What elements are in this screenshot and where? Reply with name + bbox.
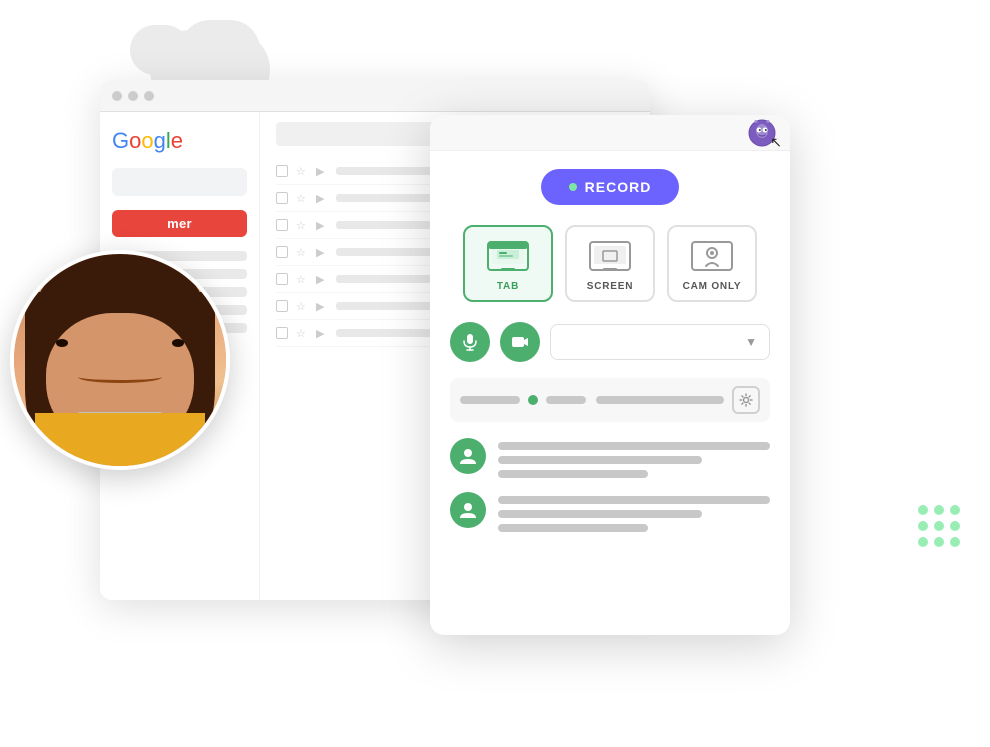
tab-bar-right	[596, 396, 724, 404]
person-icon-2	[458, 500, 478, 520]
list-line-medium-1	[498, 456, 702, 464]
list-item-lines-1	[498, 438, 770, 478]
microphone-toggle-button[interactable]	[450, 322, 490, 362]
list-item-lines-2	[498, 492, 770, 532]
list-item-avatar-2	[450, 492, 486, 528]
screen-icon-wrap	[588, 239, 632, 275]
tab-active-indicator	[528, 395, 538, 405]
record-indicator-dot	[569, 183, 577, 191]
list-item-1	[450, 438, 770, 478]
gmail-forward-icon: ▶	[316, 192, 328, 204]
screencastify-popup: ↖ RECORD	[430, 115, 790, 635]
gmail-checkbox[interactable]	[276, 273, 288, 285]
face-shirt	[35, 413, 205, 466]
tab-mode-label: TAB	[497, 281, 519, 292]
gmail-forward-icon: ▶	[316, 165, 328, 177]
cursor-icon: ↖	[770, 134, 782, 151]
gmail-star-icon[interactable]: ☆	[296, 246, 308, 258]
deco-dot-5	[934, 521, 944, 531]
list-item-avatar-1	[450, 438, 486, 474]
recording-list	[450, 438, 770, 532]
face-smile	[78, 371, 163, 383]
mode-cam-only[interactable]: CAM ONLY	[667, 225, 757, 302]
deco-dot-2	[934, 505, 944, 515]
person-photo	[14, 254, 226, 466]
deco-dot-7	[918, 537, 928, 547]
screen-mode-label: SCREEN	[587, 281, 633, 292]
list-line-short-1	[498, 470, 648, 478]
deco-dot-1	[918, 505, 928, 515]
camera-icon	[511, 333, 529, 351]
main-scene: Google mer ☆ ▶	[0, 0, 990, 747]
deco-dot-8	[934, 537, 944, 547]
browser-dot-3	[144, 91, 154, 101]
gmail-forward-icon: ▶	[316, 300, 328, 312]
browser-titlebar	[100, 80, 650, 112]
gmail-star-icon[interactable]: ☆	[296, 192, 308, 204]
gmail-star-icon[interactable]: ☆	[296, 273, 308, 285]
gear-icon	[739, 393, 753, 407]
av-controls: ▼	[450, 322, 770, 362]
chevron-down-icon: ▼	[745, 335, 757, 349]
mode-selector: TAB SCREEN	[450, 225, 770, 302]
microphone-icon	[461, 333, 479, 351]
google-logo: Google	[112, 128, 247, 154]
face-eye-right	[172, 339, 184, 347]
tab-mode-icon	[486, 240, 530, 274]
browser-dot-2	[128, 91, 138, 101]
gmail-search-bar	[112, 168, 247, 196]
gmail-checkbox[interactable]	[276, 327, 288, 339]
cam-only-icon-wrap	[690, 239, 734, 275]
tab-line-2	[546, 396, 586, 404]
gmail-forward-icon: ▶	[316, 327, 328, 339]
record-button[interactable]: RECORD	[541, 169, 680, 205]
settings-gear-button[interactable]	[732, 386, 760, 414]
gmail-checkbox[interactable]	[276, 165, 288, 177]
gmail-forward-icon: ▶	[316, 273, 328, 285]
cam-only-mode-label: CAM ONLY	[683, 281, 742, 292]
face-eyes	[56, 339, 183, 347]
gmail-star-icon[interactable]: ☆	[296, 300, 308, 312]
gmail-checkbox[interactable]	[276, 219, 288, 231]
robot-icon-container: ↖	[748, 119, 776, 147]
tab-bar-left	[460, 395, 588, 405]
gmail-compose-button[interactable]: mer	[112, 210, 247, 237]
camera-source-dropdown[interactable]: ▼	[550, 324, 770, 360]
gmail-star-icon[interactable]: ☆	[296, 327, 308, 339]
person-avatar	[10, 250, 230, 470]
popup-body: RECORD	[430, 151, 790, 550]
gmail-forward-icon: ▶	[316, 219, 328, 231]
mode-screen[interactable]: SCREEN	[565, 225, 655, 302]
list-line-full-2	[498, 496, 770, 504]
popup-header: ↖	[430, 115, 790, 151]
list-line-short-2	[498, 524, 648, 532]
browser-dot-1	[112, 91, 122, 101]
gmail-star-icon[interactable]: ☆	[296, 165, 308, 177]
camera-toggle-button[interactable]	[500, 322, 540, 362]
list-line-medium-2	[498, 510, 702, 518]
gmail-forward-icon: ▶	[316, 246, 328, 258]
deco-dot-6	[950, 521, 960, 531]
person-icon-1	[458, 446, 478, 466]
cam-only-mode-icon	[690, 240, 734, 274]
decorative-dots	[918, 505, 960, 547]
deco-dot-3	[950, 505, 960, 515]
mode-tab[interactable]: TAB	[463, 225, 553, 302]
tab-bar-section	[450, 378, 770, 422]
face-eye-left	[56, 339, 68, 347]
list-item-2	[450, 492, 770, 532]
gmail-checkbox[interactable]	[276, 300, 288, 312]
deco-dot-4	[918, 521, 928, 531]
record-button-label: RECORD	[585, 179, 652, 195]
list-line-full-1	[498, 442, 770, 450]
gmail-checkbox[interactable]	[276, 246, 288, 258]
tab-line-1	[460, 396, 520, 404]
tab-icon-wrap	[486, 239, 530, 275]
gmail-star-icon[interactable]: ☆	[296, 219, 308, 231]
gmail-checkbox[interactable]	[276, 192, 288, 204]
screen-mode-icon	[588, 240, 632, 274]
deco-dot-9	[950, 537, 960, 547]
